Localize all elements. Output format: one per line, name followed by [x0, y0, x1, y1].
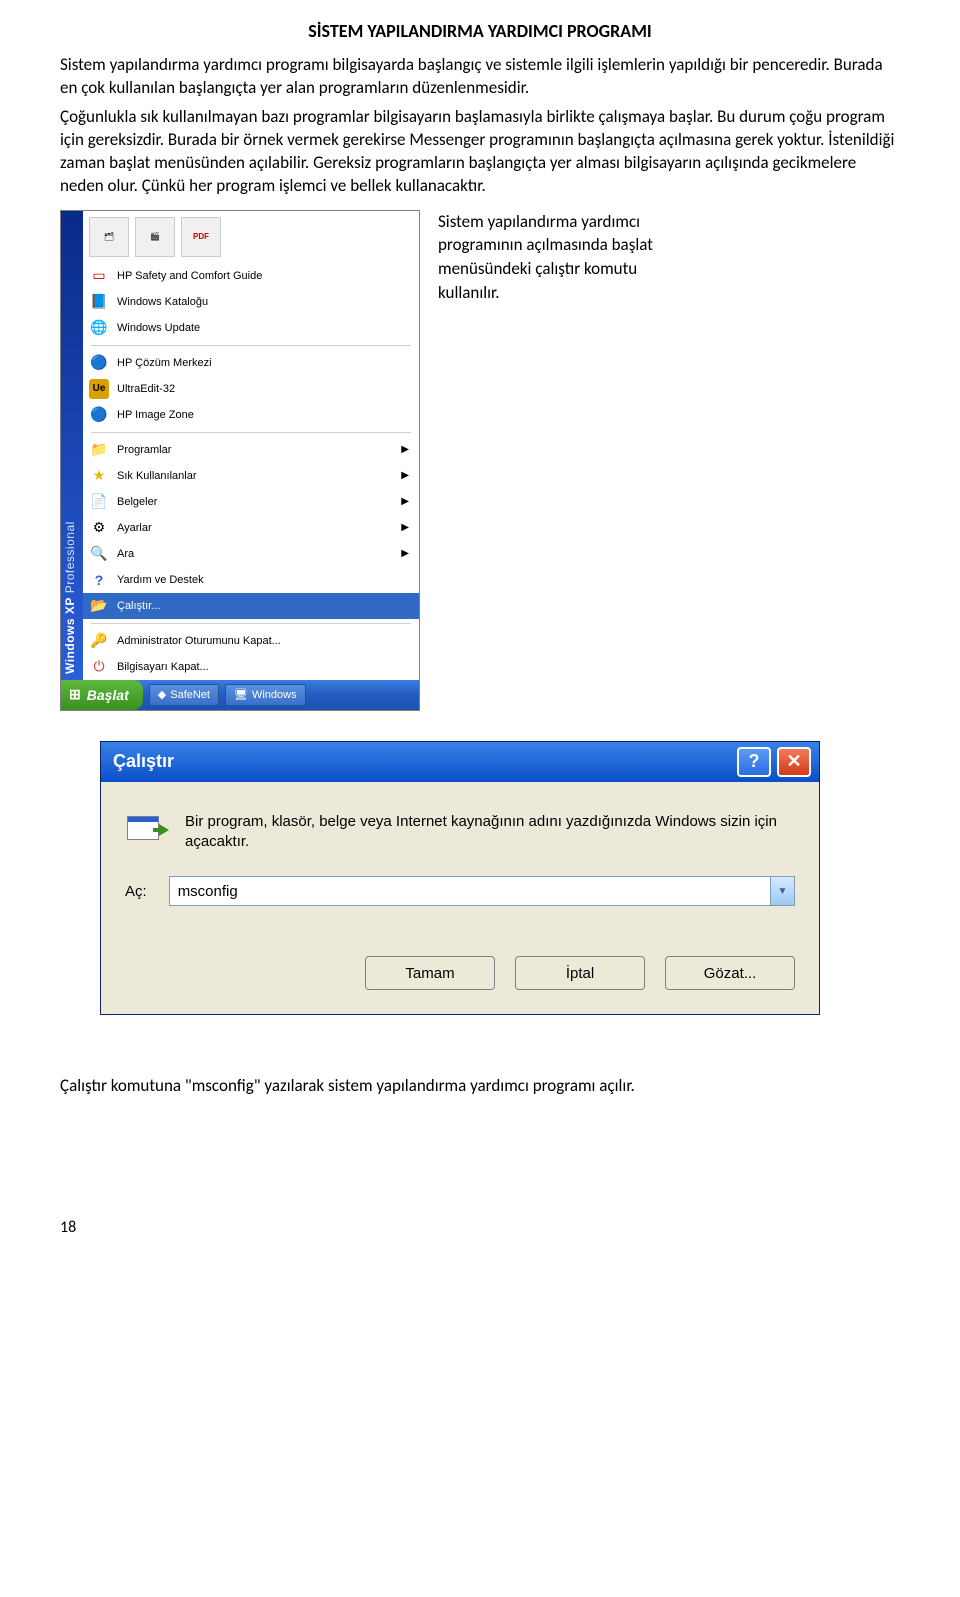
menu-label: HP Çözüm Merkezi [117, 357, 212, 369]
star-icon: ★ [89, 466, 109, 486]
gear-icon: ⚙ [89, 518, 109, 538]
documents-icon: 📄 [89, 492, 109, 512]
hp-icon: 🔵 [89, 405, 109, 425]
menu-item-search[interactable]: 🔍 Ara ▶ [83, 541, 419, 567]
menu-separator [91, 623, 411, 624]
taskbar-item-safenet[interactable]: ◆ SafeNet [149, 684, 219, 706]
run-dialog: Çalıştır ? ✕ Bir program, klasör, belge … [100, 741, 820, 1016]
page-title: SİSTEM YAPILANDIRMA YARDIMCI PROGRAMI [60, 20, 900, 42]
menu-item-windows-catalog[interactable]: 📘 Windows Kataloğu [83, 289, 419, 315]
paragraph-1: Sistem yapılandırma yardımcı programı bi… [60, 54, 900, 100]
app-icon: 🖥 [234, 688, 248, 701]
chevron-right-icon: ▶ [401, 496, 409, 507]
menu-item-documents[interactable]: 📄 Belgeler ▶ [83, 489, 419, 515]
paragraph-2: Çoğunlukla sık kullanılmayan bazı progra… [60, 106, 900, 198]
pinned-icon[interactable]: 🗂 [89, 217, 129, 257]
power-icon: ⏻ [89, 657, 109, 677]
menu-item-hp-safety[interactable]: ▭ HP Safety and Comfort Guide [83, 263, 419, 289]
menu-label: Ara [117, 548, 134, 560]
chevron-right-icon: ▶ [401, 522, 409, 533]
menu-item-settings[interactable]: ⚙ Ayarlar ▶ [83, 515, 419, 541]
dropdown-button[interactable]: ▼ [770, 877, 794, 905]
menu-item-programs[interactable]: 📁 Programlar ▶ [83, 437, 419, 463]
run-open-input[interactable] [170, 877, 770, 905]
run-open-label: Aç: [125, 883, 147, 900]
hp-icon: 🔵 [89, 353, 109, 373]
menu-item-shutdown[interactable]: ⏻ Bilgisayarı Kapat... [83, 654, 419, 680]
menu-label: Windows Update [117, 322, 200, 334]
menu-item-logoff[interactable]: 🔑 Administrator Oturumunu Kapat... [83, 628, 419, 654]
pinned-icon[interactable]: 🎬 [135, 217, 175, 257]
menu-label: Programlar [117, 444, 171, 456]
pdf-icon: ▭ [89, 266, 109, 286]
menu-item-run[interactable]: 📂 Çalıştır... [83, 593, 419, 619]
menu-separator [91, 345, 411, 346]
close-button[interactable]: ✕ [777, 747, 811, 777]
windows-xp-sidebar: Windows XP Professional [61, 211, 83, 680]
pinned-icon[interactable]: PDF [181, 217, 221, 257]
menu-label: HP Image Zone [117, 409, 194, 421]
start-button[interactable]: ⊞ Başlat [61, 680, 143, 710]
run-dialog-titlebar: Çalıştır ? ✕ [101, 742, 819, 782]
run-dialog-description: Bir program, klasör, belge veya Internet… [185, 812, 795, 853]
run-dialog-icon [125, 812, 167, 848]
chevron-right-icon: ▶ [401, 470, 409, 481]
menu-label: HP Safety and Comfort Guide [117, 270, 262, 282]
chevron-right-icon: ▶ [401, 548, 409, 559]
search-icon: 🔍 [89, 544, 109, 564]
pinned-icons-row: 🗂 🎬 PDF [83, 211, 419, 263]
menu-item-ultraedit[interactable]: Ue UltraEdit-32 [83, 376, 419, 402]
folder-icon: 📁 [89, 440, 109, 460]
menu-label: Bilgisayarı Kapat... [117, 661, 209, 673]
menu-label: Sık Kullanılanlar [117, 470, 197, 482]
taskbar-label: Windows [252, 689, 297, 701]
run-open-field[interactable]: ▼ [169, 876, 795, 906]
cancel-button[interactable]: İptal [515, 956, 645, 990]
logoff-icon: 🔑 [89, 631, 109, 651]
menu-item-hp-cozum[interactable]: 🔵 HP Çözüm Merkezi [83, 350, 419, 376]
app-icon: ◆ [158, 688, 166, 701]
menu-label: Yardım ve Destek [117, 574, 204, 586]
menu-label: Administrator Oturumunu Kapat... [117, 635, 281, 647]
menu-item-favorites[interactable]: ★ Sık Kullanılanlar ▶ [83, 463, 419, 489]
run-dialog-title: Çalıştır [113, 751, 174, 772]
menu-item-help[interactable]: ? Yardım ve Destek [83, 567, 419, 593]
taskbar-item-windows[interactable]: 🖥 Windows [225, 684, 306, 706]
help-icon: ? [89, 570, 109, 590]
help-button[interactable]: ? [737, 747, 771, 777]
menu-separator [91, 432, 411, 433]
side-caption: Sistem yapılandırma yardımcı programının… [438, 210, 658, 711]
menu-label: Belgeler [117, 496, 157, 508]
windows-logo-icon: ⊞ [69, 686, 81, 703]
taskbar: ⊞ Başlat ◆ SafeNet 🖥 Windows [61, 680, 419, 710]
menu-label: UltraEdit-32 [117, 383, 175, 395]
start-menu-screenshot: Windows XP Professional 🗂 🎬 PDF ▭ HP Saf… [60, 210, 420, 711]
page-number: 18 [60, 1218, 900, 1237]
footer-caption: Çalıştır komutuna "msconfig" yazılarak s… [60, 1075, 900, 1098]
menu-label: Ayarlar [117, 522, 152, 534]
run-icon: 📂 [89, 596, 109, 616]
globe-icon: 🌐 [89, 318, 109, 338]
ultraedit-icon: Ue [89, 379, 109, 399]
start-label: Başlat [87, 687, 129, 703]
book-icon: 📘 [89, 292, 109, 312]
menu-label: Windows Kataloğu [117, 296, 208, 308]
menu-item-windows-update[interactable]: 🌐 Windows Update [83, 315, 419, 341]
browse-button[interactable]: Gözat... [665, 956, 795, 990]
menu-item-hp-image-zone[interactable]: 🔵 HP Image Zone [83, 402, 419, 428]
taskbar-label: SafeNet [170, 689, 210, 701]
menu-label: Çalıştır... [117, 600, 160, 612]
chevron-right-icon: ▶ [401, 444, 409, 455]
ok-button[interactable]: Tamam [365, 956, 495, 990]
